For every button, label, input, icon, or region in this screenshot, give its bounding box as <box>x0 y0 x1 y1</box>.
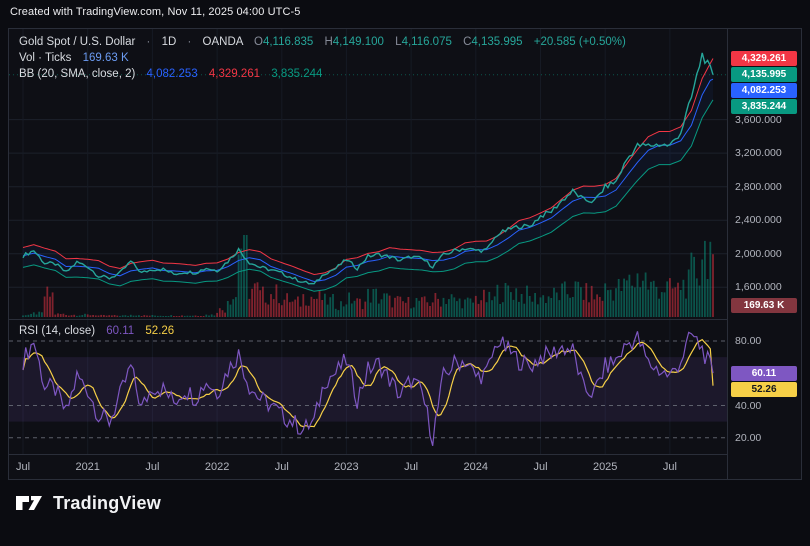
open-value: 4,116.835 <box>262 36 314 48</box>
price-tick-label: 2,800.000 <box>735 180 782 193</box>
bb-upper-value: 4,329.261 <box>208 68 261 80</box>
symbol-title[interactable]: Gold Spot / U.S. Dollar <box>19 36 135 48</box>
bb-indicator-label[interactable]: BB (20, SMA, close, 2) <box>19 68 135 80</box>
volume-value: 169.63 K <box>82 52 129 64</box>
rsi-tick-label: 20.00 <box>735 431 762 444</box>
tradingview-logo-icon <box>16 496 42 510</box>
time-tick-label: 2022 <box>204 461 230 473</box>
high-label: H <box>324 36 333 48</box>
price-tick-label: 2,400.000 <box>735 214 782 227</box>
chart-panel[interactable]: Gold Spot / U.S. Dollar · 1D · OANDA O4,… <box>8 28 802 480</box>
open-label: O <box>254 36 263 48</box>
rsi-chart[interactable] <box>9 320 727 454</box>
screenshot-root: { "attribution": "Created with TradingVi… <box>0 0 810 546</box>
time-tick-label: Jul <box>274 461 289 473</box>
separator-dot: · <box>146 36 151 48</box>
exchange-label: OANDA <box>202 36 243 48</box>
bb-basis-value: 4,082.253 <box>146 68 198 80</box>
symbol-legend[interactable]: Gold Spot / U.S. Dollar · 1D · OANDA O4,… <box>19 36 626 48</box>
time-tick-label: 2023 <box>334 461 359 473</box>
rsi-tick-label: 80.00 <box>735 335 762 347</box>
volume-indicator-label[interactable]: Vol · Ticks <box>19 52 71 64</box>
price-scale[interactable]: 3,600.000 3,200.000 2,800.000 2,400.000 2,00… <box>727 29 801 479</box>
rsi-badge: 60.11 <box>731 365 797 381</box>
rsi-indicator-label[interactable]: RSI (14, close) <box>19 325 95 337</box>
time-tick-label: Jul <box>15 461 31 473</box>
time-tick-label: Jul <box>533 461 548 473</box>
change-value: +20.585 (+0.50%) <box>533 36 626 48</box>
time-tick-label: Jul <box>145 461 160 473</box>
rsi-legend[interactable]: RSI (14, close) 60.11 52.26 <box>19 325 174 337</box>
time-axis[interactable]: Jul 2021 Jul 2022 Jul 2023 Jul 2024 Jul 2025 Jul <box>9 455 727 479</box>
price-badge: 4,329.261 <box>731 51 797 66</box>
time-tick-label: 2024 <box>463 461 489 473</box>
rsi-ma-value: 52.26 <box>145 325 175 337</box>
tradingview-brand[interactable]: TradingView <box>14 490 161 516</box>
time-tick-label: Jul <box>404 461 419 473</box>
low-value: 4,116.075 <box>401 36 452 48</box>
rsi-badge: 52.26 <box>731 381 797 397</box>
brand-wordmark: TradingView <box>53 492 161 513</box>
volume-badge: 169.63 K <box>731 298 797 313</box>
price-tick-label: 3,200.000 <box>735 147 782 160</box>
bb-legend[interactable]: BB (20, SMA, close, 2) 4,082.253 4,329.2… <box>19 68 322 80</box>
high-value: 4,149.100 <box>332 36 384 48</box>
attribution-text: Created with TradingView.com, Nov 11, 20… <box>10 6 301 18</box>
time-tick-label: 2025 <box>592 461 618 473</box>
price-tick-label: 1,600.000 <box>735 281 782 294</box>
interval-label[interactable]: 1D <box>162 36 177 48</box>
price-badge: 4,082.253 <box>731 83 797 99</box>
rsi-value: 60.11 <box>106 325 135 337</box>
bb-lower-value: 3,835.244 <box>271 68 323 80</box>
volume-legend[interactable]: Vol · Ticks 169.63 K <box>19 52 129 64</box>
price-tick-label: 3,600.000 <box>735 113 782 126</box>
price-badge: 4,135.995 <box>731 67 797 83</box>
rsi-tick-label: 40.00 <box>735 399 762 412</box>
time-tick-label: Jul <box>662 461 677 473</box>
close-value: 4,135.995 <box>471 36 523 48</box>
time-tick-label: 2021 <box>75 461 100 473</box>
price-tick-label: 2,000.000 <box>735 247 782 260</box>
price-badge: 3,835.244 <box>731 99 797 115</box>
separator-dot: · <box>187 36 192 48</box>
